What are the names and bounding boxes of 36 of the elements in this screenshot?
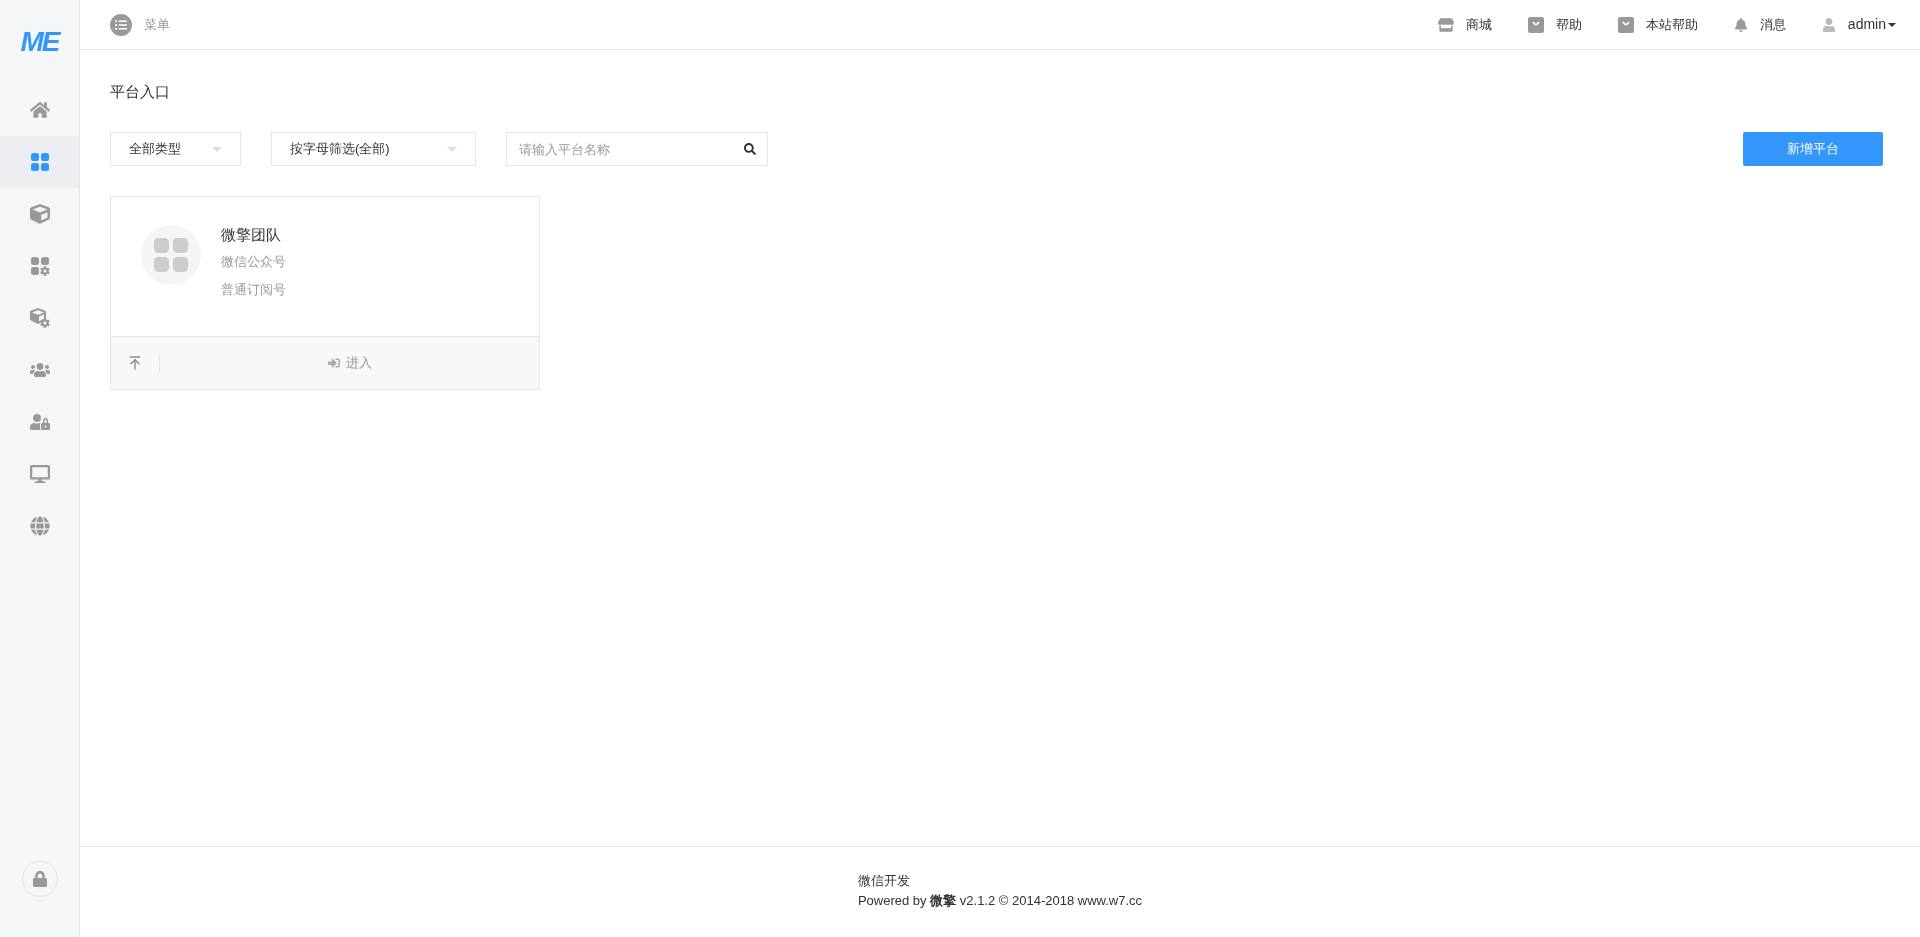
top-link[interactable]: 本站帮助 <box>1617 14 1698 35</box>
monitor-icon[interactable] <box>29 464 50 484</box>
pin-top-icon[interactable] <box>127 355 143 371</box>
grid-gear-icon[interactable] <box>29 256 50 276</box>
sign-in-icon <box>327 357 340 369</box>
user-icon <box>1821 17 1836 32</box>
globe-icon[interactable] <box>29 516 50 536</box>
cube-icon[interactable] <box>29 204 50 224</box>
top-link[interactable]: 帮助 <box>1527 14 1582 35</box>
home-icon[interactable] <box>29 100 50 120</box>
footer-title: 微信开发 <box>857 872 910 890</box>
top-link[interactable]: 商城 <box>1437 14 1492 35</box>
bell-icon <box>1733 17 1748 32</box>
grid-icon[interactable] <box>29 152 50 172</box>
search-icon[interactable] <box>744 143 756 155</box>
bag-icon <box>1617 16 1634 33</box>
letter-select[interactable]: 按字母筛选(全部) <box>271 132 476 166</box>
lock-icon <box>31 871 48 887</box>
users-icon[interactable] <box>29 360 50 380</box>
search-field[interactable]: 请输入平台名称 <box>506 132 768 166</box>
platform-level: 普通订阅号 <box>221 281 286 299</box>
footer-copyright: Powered by 微擎 v2.1.2 © 2014-2018 www.w7.cc <box>857 892 1143 910</box>
store-icon <box>1437 16 1454 33</box>
platform-type: 微信公众号 <box>221 253 286 271</box>
user-lock-icon[interactable] <box>29 412 50 432</box>
cube-gear-icon[interactable] <box>29 308 50 328</box>
caret-icon <box>447 146 457 152</box>
sidebar-item[interactable] <box>0 136 79 188</box>
type-select[interactable]: 全部类型 <box>110 132 241 166</box>
top-link[interactable]: 消息 <box>1733 14 1786 35</box>
caret-icon <box>212 146 222 152</box>
user-menu[interactable]: admin <box>1821 14 1896 35</box>
bag-icon <box>1527 16 1544 33</box>
menu-icon <box>110 13 132 36</box>
page-title: 平台入口 <box>110 82 171 102</box>
platform-name: 微擎团队 <box>221 225 282 245</box>
